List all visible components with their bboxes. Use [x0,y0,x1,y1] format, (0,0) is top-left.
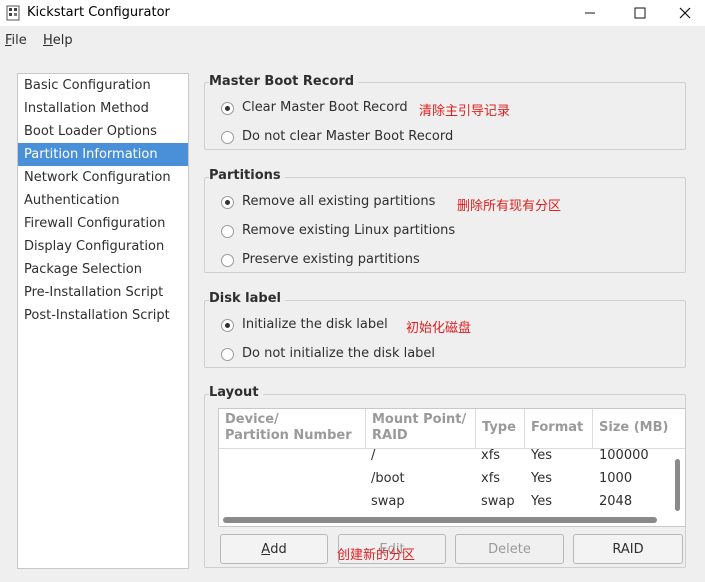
cell-size: 1000 [599,471,633,486]
cell-mount: / [371,448,376,463]
radio-button[interactable] [221,131,234,144]
radio-label: Remove existing Linux partitions [242,223,456,238]
disklabel-title: Disk label [209,291,285,306]
sidebar-item-installation-method[interactable]: Installation Method [18,97,188,120]
sidebar-item-boot-loader-options[interactable]: Boot Loader Options [18,120,188,143]
sidebar-item-firewall-configuration[interactable]: Firewall Configuration [18,212,188,235]
add-button-mnemonic: A [261,541,271,557]
disklabel-annotation: 初始化磁盘 [406,321,472,336]
radio-button[interactable] [221,196,234,209]
radio-label: Remove all existing partitions [242,194,436,209]
cell-format: Yes [531,471,552,486]
radio-button[interactable] [221,319,234,332]
radio-button[interactable] [221,102,234,115]
radio-button[interactable] [221,254,234,267]
radio-button[interactable] [221,225,234,238]
sidebar-item-partition-information[interactable]: Partition Information [18,143,188,166]
horizontal-scrollbar[interactable] [223,517,657,523]
maximize-button[interactable] [617,0,663,26]
menu-file-label: ile [11,33,27,48]
menu-bar: File Help [0,26,705,54]
close-button[interactable] [662,0,705,26]
sidebar-item-post-installation-script[interactable]: Post-Installation Script [18,304,188,327]
cell-type: xfs [481,471,501,486]
partition-table[interactable]: Device/ Partition Number Mount Point/ RA… [218,408,686,527]
radio-label: Preserve existing partitions [242,252,420,267]
add-button-label: dd [270,541,287,557]
partitions-title: Partitions [209,168,285,183]
sidebar: Basic Configuration Installation Method … [17,73,189,569]
menu-help[interactable]: Help [43,33,73,48]
app-icon [6,5,20,21]
cell-mount: /boot [371,471,405,486]
column-header-type[interactable]: Type [476,409,525,449]
sidebar-item-network-configuration[interactable]: Network Configuration [18,166,188,189]
layout-title: Layout [209,385,263,400]
add-button-annotation: 创建新的分区 [337,548,416,563]
menu-file[interactable]: File [5,33,27,48]
radio-label: Do not initialize the disk label [242,346,436,361]
radio-label: Initialize the disk label [242,317,388,332]
cell-size: 100000 [599,448,649,463]
add-button[interactable]: Add [220,534,328,564]
radio-button[interactable] [221,348,234,361]
sidebar-item-display-configuration[interactable]: Display Configuration [18,235,188,258]
column-header-mount-point[interactable]: Mount Point/ RAID [366,409,476,449]
cell-type: swap [481,494,515,509]
column-header-size[interactable]: Size (MB) [593,409,685,449]
window-title: Kickstart Configurator [27,5,170,20]
delete-button[interactable]: Delete [455,534,564,564]
menu-help-mnemonic: H [43,33,53,48]
maximize-icon [634,7,646,19]
cell-format: Yes [531,448,552,463]
raid-button[interactable]: RAID [573,534,683,564]
column-header-format[interactable]: Format [525,409,593,449]
column-header-device[interactable]: Device/ Partition Number [219,409,366,449]
cell-mount: swap [371,494,405,509]
partitions-annotation: 删除所有现有分区 [457,199,562,214]
raid-button-label: RAID [612,541,644,557]
mbr-title: Master Boot Record [209,74,359,89]
sidebar-item-authentication[interactable]: Authentication [18,189,188,212]
minimize-button[interactable] [567,0,613,26]
cell-size: 2048 [599,494,633,509]
sidebar-item-basic-configuration[interactable]: Basic Configuration [18,74,188,97]
radio-label: Clear Master Boot Record [242,100,408,115]
title-bar: Kickstart Configurator [0,0,705,26]
sidebar-item-pre-installation-script[interactable]: Pre-Installation Script [18,281,188,304]
menu-help-label: elp [52,33,73,48]
delete-button-label: Delete [488,541,531,557]
vertical-scrollbar[interactable] [675,459,680,511]
close-icon [679,7,691,19]
cell-format: Yes [531,494,552,509]
radio-label: Do not clear Master Boot Record [242,129,454,144]
minimize-icon [585,12,595,14]
cell-type: xfs [481,448,501,463]
sidebar-item-package-selection[interactable]: Package Selection [18,258,188,281]
mbr-annotation: 清除主引导记录 [419,104,511,119]
